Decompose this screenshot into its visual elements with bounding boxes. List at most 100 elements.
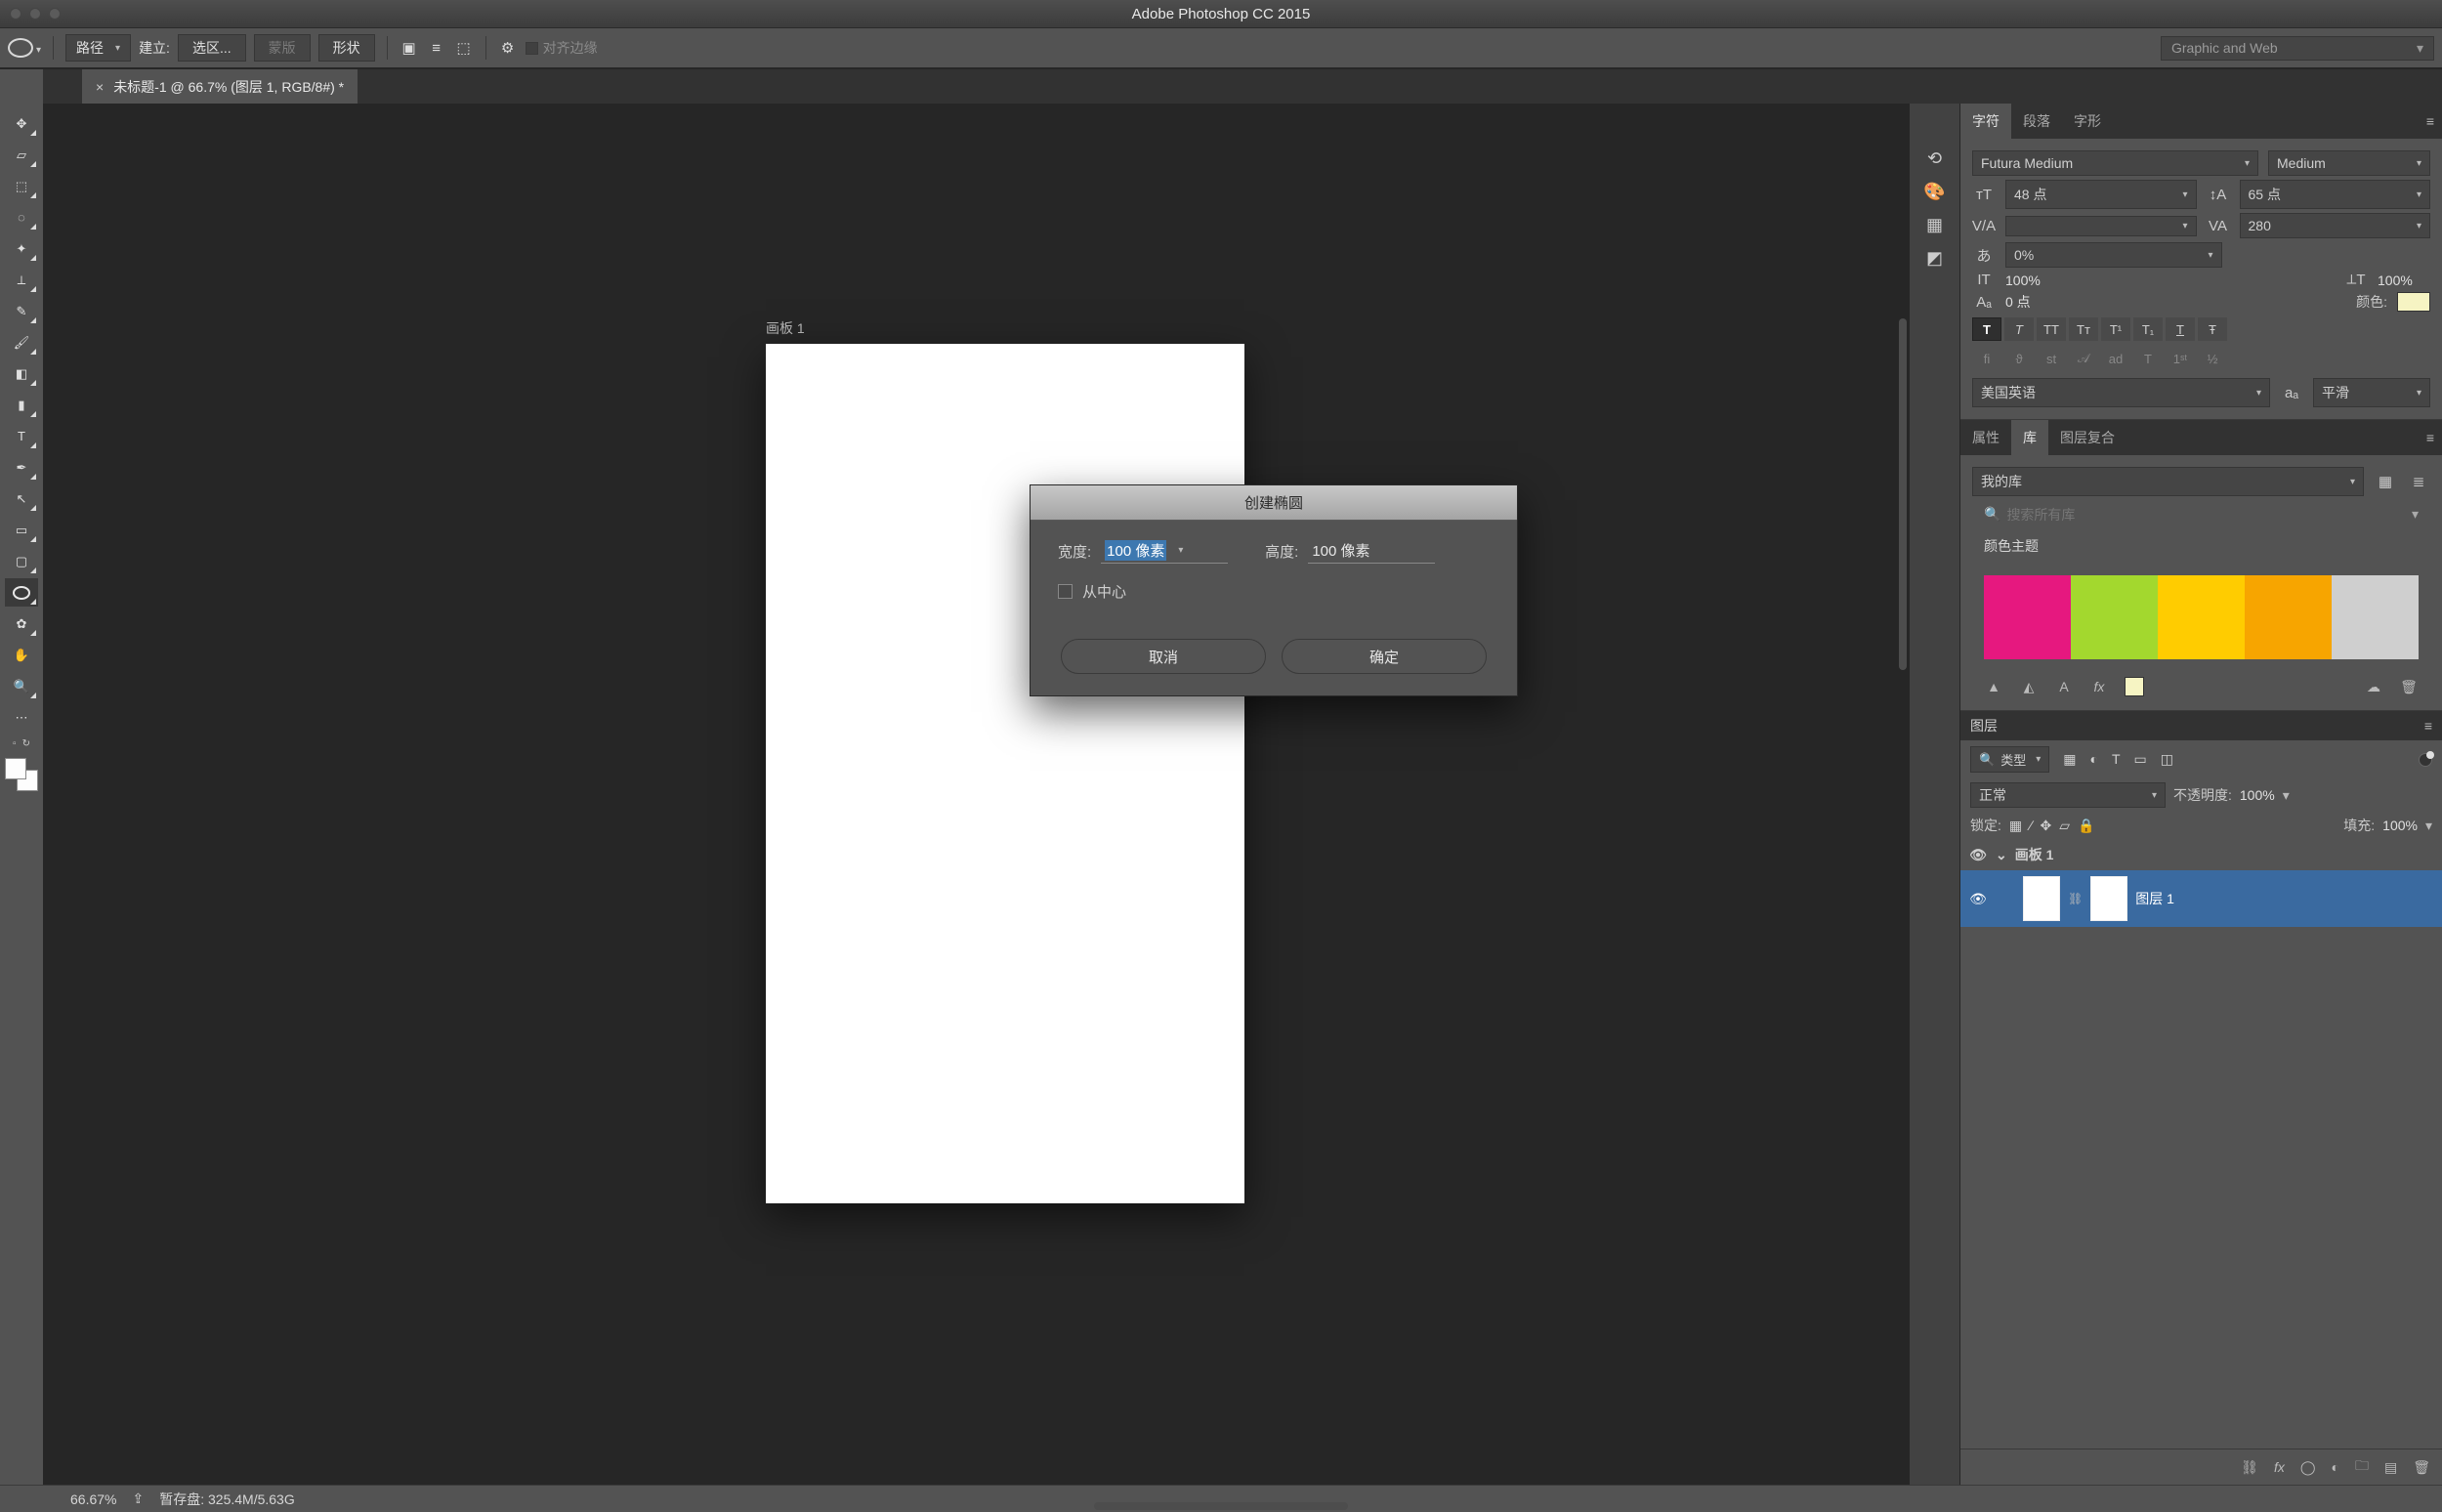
chevron-down-icon[interactable]: ⌄ — [1996, 847, 2007, 863]
tab-character[interactable]: 字符 — [1960, 104, 2011, 139]
move-tool[interactable]: ✥ — [5, 109, 38, 138]
artboard-tool[interactable]: ▱ — [5, 141, 38, 169]
rectangle-tool[interactable]: ▭ — [5, 516, 38, 544]
ot-1st[interactable]: 1ˢᵗ — [2166, 347, 2195, 370]
color-icon[interactable]: 🎨 — [1921, 178, 1949, 205]
group-icon[interactable]: 🗀 — [2355, 1455, 2369, 1479]
styles-icon[interactable]: ◩ — [1921, 244, 1949, 272]
lib-cloud-icon[interactable]: ☁ — [2364, 677, 2383, 696]
mask-thumbnail[interactable] — [2090, 876, 2127, 921]
lib-panel-menu-icon[interactable]: ≡ — [2426, 430, 2434, 445]
pen-tool[interactable]: ✒ — [5, 453, 38, 482]
rounded-rect-tool[interactable]: ▢ — [5, 547, 38, 575]
artboard-1[interactable] — [766, 344, 1244, 1203]
filter-type-icon[interactable]: T — [2112, 751, 2121, 768]
canvas-scrollbar-h[interactable] — [1094, 1502, 1348, 1510]
library-search-input[interactable] — [2006, 507, 2406, 523]
tool-preset-picker[interactable] — [8, 38, 41, 58]
artboard-label[interactable]: 画板 1 — [766, 318, 805, 338]
direct-select-tool[interactable]: ↖ — [5, 484, 38, 513]
library-select[interactable]: 我的库 — [1972, 467, 2364, 496]
tab-layer-comps[interactable]: 图层复合 — [2048, 420, 2126, 455]
cancel-button[interactable]: 取消 — [1061, 639, 1266, 674]
workspace-preset-select[interactable]: Graphic and Web — [2161, 36, 2434, 61]
italic-button[interactable]: T — [2004, 317, 2034, 341]
height-input[interactable]: 100 像素 — [1308, 538, 1435, 564]
panel-menu-icon[interactable]: ≡ — [2426, 113, 2434, 129]
eraser-tool[interactable]: ◧ — [5, 359, 38, 388]
path-align-icon[interactable]: ≡ — [427, 38, 446, 58]
ot-fraction[interactable]: ½ — [2198, 347, 2227, 370]
lock-pixels-icon[interactable]: ▦ — [2009, 818, 2022, 834]
add-fx-icon[interactable]: fx — [2089, 677, 2109, 696]
history-icon[interactable]: ⟲ — [1921, 145, 1949, 172]
artboard-layer-row[interactable]: 👁 ⌄ 画板 1 — [1960, 839, 2442, 870]
gradient-tool[interactable]: ▮ — [5, 391, 38, 419]
vshift-select[interactable]: 0% — [2005, 242, 2222, 268]
document-tab[interactable]: × 未标题-1 @ 66.7% (图层 1, RGB/8#) * — [82, 69, 358, 104]
strikethrough-button[interactable]: Ŧ — [2198, 317, 2227, 341]
ot-fi[interactable]: fi — [1972, 347, 2001, 370]
swatch-4[interactable] — [2245, 575, 2332, 659]
filter-toggle[interactable] — [2419, 753, 2432, 767]
underline-button[interactable]: T — [2166, 317, 2195, 341]
ot-titling[interactable]: ad — [2101, 347, 2130, 370]
blend-mode-select[interactable]: 正常 — [1970, 782, 2166, 808]
foreground-color[interactable] — [5, 758, 26, 779]
lib-grid-view-icon[interactable]: ▦ — [2374, 473, 2397, 490]
hscale-input[interactable]: 100% — [2378, 273, 2430, 288]
font-style-select[interactable]: Medium — [2268, 150, 2430, 176]
lib-trash-icon[interactable]: 🗑 — [2399, 677, 2419, 696]
ot-ordinal[interactable]: T — [2133, 347, 2163, 370]
make-shape-button[interactable]: 形状 — [318, 34, 375, 62]
layers-panel-tab[interactable]: 图层 ≡ — [1960, 711, 2442, 740]
allcaps-button[interactable]: TT — [2037, 317, 2066, 341]
swatch-1[interactable] — [1984, 575, 2071, 659]
lib-list-view-icon[interactable]: ≣ — [2407, 473, 2430, 490]
lock-position-icon[interactable]: ✥ — [2040, 818, 2051, 834]
tab-glyphs[interactable]: 字形 — [2062, 104, 2113, 139]
lasso-tool[interactable]: ◌ — [5, 203, 38, 231]
hand-tool[interactable]: ✋ — [5, 641, 38, 669]
toolbox-aux[interactable]: ▫↻ — [13, 738, 30, 749]
filter-pixel-icon[interactable]: ▦ — [2063, 751, 2076, 768]
ot-alt[interactable]: 𝒜 — [2069, 347, 2098, 370]
custom-shape-tool[interactable]: ✿ — [5, 609, 38, 638]
leading-select[interactable]: 65 点 — [2240, 180, 2431, 209]
layers-panel-menu-icon[interactable]: ≡ — [2424, 718, 2432, 734]
adjustment-icon[interactable]: ◐ — [2332, 1459, 2339, 1475]
close-tab-icon[interactable]: × — [96, 79, 104, 95]
add-brush-icon[interactable]: ◭ — [2019, 677, 2039, 696]
mask-link-icon[interactable]: ⛓ — [2068, 892, 2083, 905]
brush-tool[interactable]: 🖌 — [5, 328, 38, 357]
canvas-area[interactable]: 画板 1 创建椭圆 宽度: 100 像素 高度: 100 像素 从中心 — [43, 104, 1909, 1485]
font-family-select[interactable]: Futura Medium — [1972, 150, 2258, 176]
ellipse-tool[interactable] — [5, 578, 38, 607]
opacity-value[interactable]: 100% — [2240, 787, 2275, 803]
add-graphic-icon[interactable]: ▲ — [1984, 677, 2003, 696]
swatch-3[interactable] — [2158, 575, 2245, 659]
ok-button[interactable]: 确定 — [1282, 639, 1487, 674]
mask-icon[interactable]: ◯ — [2300, 1459, 2316, 1476]
path-arrange-icon[interactable]: ⬚ — [454, 38, 474, 58]
swatch-5[interactable] — [2332, 575, 2419, 659]
lock-all-icon[interactable]: 🔒 — [2078, 818, 2094, 834]
export-icon[interactable]: ⇪ — [132, 1491, 144, 1507]
layer-row-1[interactable]: 👁 ⛓ 图层 1 — [1960, 870, 2442, 927]
tab-paragraph[interactable]: 段落 — [2011, 104, 2062, 139]
zoom-tool[interactable]: 🔍 — [5, 672, 38, 700]
align-edges-checkbox[interactable] — [526, 42, 538, 55]
tracking-select[interactable]: 280 — [2240, 213, 2431, 238]
baseline-input[interactable]: 0 点 — [2005, 292, 2058, 312]
new-layer-icon[interactable]: ▤ — [2384, 1459, 2397, 1476]
swatch-2[interactable] — [2071, 575, 2158, 659]
filter-adjust-icon[interactable]: ◐ — [2089, 751, 2097, 768]
lock-brush-icon[interactable]: ∕ — [2030, 818, 2032, 833]
shape-mode-select[interactable]: 路径 — [65, 34, 131, 62]
add-char-icon[interactable]: A — [2054, 677, 2074, 696]
foreground-background-swatch[interactable] — [5, 758, 38, 791]
text-color-swatch[interactable] — [2397, 292, 2430, 312]
eyedropper-tool[interactable]: ✎ — [5, 297, 38, 325]
lock-artboard-icon[interactable]: ▱ — [2059, 818, 2070, 834]
bold-button[interactable]: T — [1972, 317, 2001, 341]
